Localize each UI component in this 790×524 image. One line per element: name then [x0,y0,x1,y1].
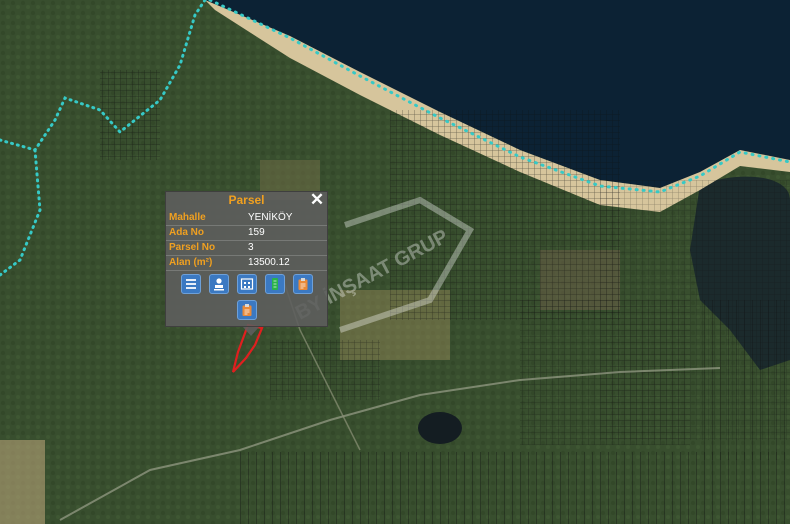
row-label: Mahalle [169,212,206,223]
parcel-info-table: Mahalle YENİKÖY Ada No 159 Parsel No 3 A… [166,211,327,271]
clipboard-icon[interactable] [237,300,257,320]
building-map-icon[interactable] [237,274,257,294]
info-row-alan: Alan (m²) 13500.12 [166,256,327,271]
row-label: Alan (m²) [169,257,213,268]
row-label: Parsel No [169,242,216,253]
pond [418,412,462,444]
row-value: 13500.12 [248,257,290,268]
popup-pointer [243,327,259,336]
row-label: Ada No [169,227,204,238]
row-value: YENİKÖY [248,212,293,223]
satellite-map[interactable]: BY İNŞAAT GRUP [0,0,790,524]
clipboard-icon[interactable] [293,274,313,294]
close-icon[interactable]: ✕ [309,191,325,209]
row-value: 3 [248,242,254,253]
person-stamp-icon[interactable] [209,274,229,294]
parcel-popup: Parsel ✕ Mahalle YENİKÖY Ada No 159 Pars… [165,191,328,336]
popup-title: Parsel [228,193,265,207]
info-row-ada-no: Ada No 159 [166,226,327,241]
info-row-parsel-no: Parsel No 3 [166,241,327,256]
row-value: 159 [248,227,265,238]
list-icon[interactable] [181,274,201,294]
info-row-mahalle: Mahalle YENİKÖY [166,211,327,226]
green-document-icon[interactable] [265,274,285,294]
